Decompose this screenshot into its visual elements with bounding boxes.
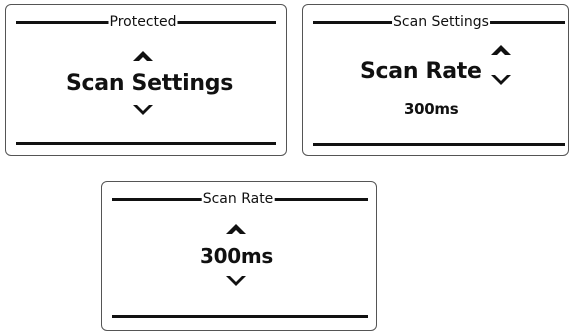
screen-protected: Protected Scan Settings [5, 4, 287, 156]
chevron-up-icon-cutout [230, 230, 242, 236]
chevron-up-icon-cutout [137, 57, 149, 63]
footer-rule [313, 143, 565, 146]
chevron-down-icon-cutout [137, 105, 149, 111]
screen-header-title: Scan Rate [201, 191, 275, 207]
chevron-up-icon-cutout [495, 51, 507, 57]
screen-header-title: Protected [108, 14, 178, 30]
menu-item-label[interactable]: Scan Settings [66, 71, 233, 96]
value-display[interactable]: 300ms [200, 244, 273, 268]
screen-header-title: Scan Settings [392, 14, 490, 30]
screen-scan-settings: Scan Settings Scan Rate 300ms [302, 4, 569, 156]
footer-rule [16, 142, 276, 145]
chevron-down-icon-cutout [495, 75, 507, 81]
footer-rule [112, 315, 368, 318]
current-value: 300ms [404, 100, 459, 118]
menu-item-label[interactable]: Scan Rate [360, 59, 482, 84]
screen-scan-rate: Scan Rate 300ms [101, 181, 377, 331]
chevron-down-icon-cutout [230, 276, 242, 282]
